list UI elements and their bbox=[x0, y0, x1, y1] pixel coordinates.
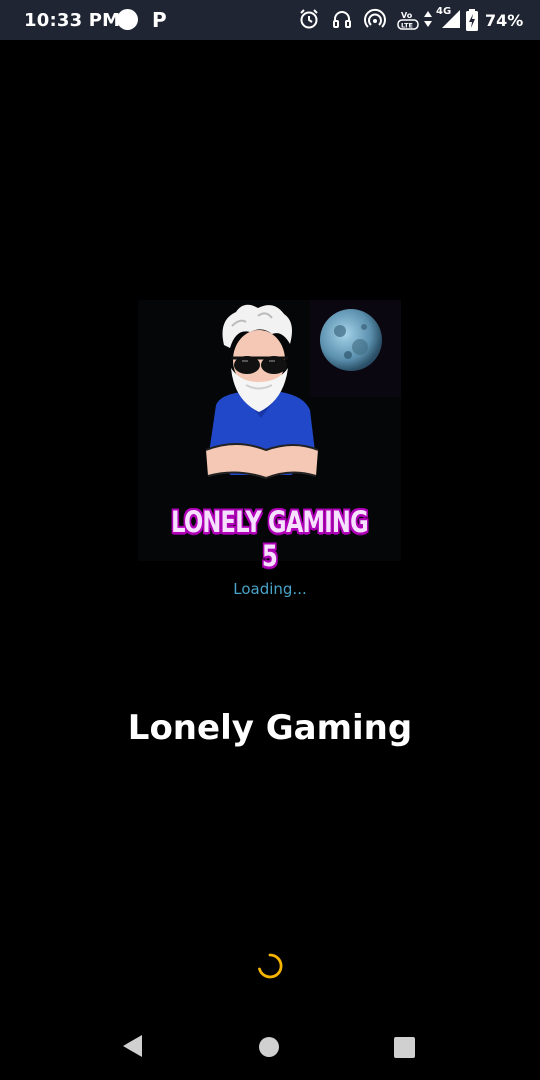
app-logo: LONELY GAMING 5 bbox=[138, 300, 401, 573]
status-bar: 10:33 PM P Vo LTE 4G 74% bbox=[0, 0, 540, 40]
battery-charging-icon bbox=[466, 9, 478, 31]
recents-button-icon[interactable] bbox=[393, 1036, 416, 1059]
logo-caption: LONELY GAMING 5 bbox=[171, 505, 369, 573]
moon-icon bbox=[320, 309, 382, 371]
bearded-man-icon bbox=[205, 304, 319, 480]
notification-dot-icon bbox=[117, 9, 138, 30]
network-indicator: P bbox=[152, 8, 167, 32]
volte-icon: Vo LTE bbox=[397, 11, 419, 30]
splash-screen: 10:33 PM P Vo LTE 4G 74% LONELY GAMING 5… bbox=[0, 0, 540, 1080]
status-time: 10:33 PM bbox=[24, 10, 121, 31]
battery-percent: 74% bbox=[485, 11, 524, 30]
back-button-icon[interactable] bbox=[120, 1033, 146, 1059]
hotspot-icon bbox=[364, 8, 386, 28]
headphones-icon bbox=[333, 11, 351, 28]
svg-text:LTE: LTE bbox=[401, 22, 413, 30]
home-button-icon[interactable] bbox=[258, 1036, 280, 1058]
loading-spinner-icon bbox=[258, 953, 283, 979]
alarm-icon bbox=[300, 9, 318, 29]
navigation-bar bbox=[0, 1010, 540, 1080]
signal-icon bbox=[442, 10, 460, 28]
data-arrows-icon bbox=[424, 11, 432, 27]
app-title: Lonely Gaming bbox=[127, 708, 413, 748]
loading-text: Loading... bbox=[233, 580, 307, 598]
svg-text:Vo: Vo bbox=[401, 11, 413, 20]
